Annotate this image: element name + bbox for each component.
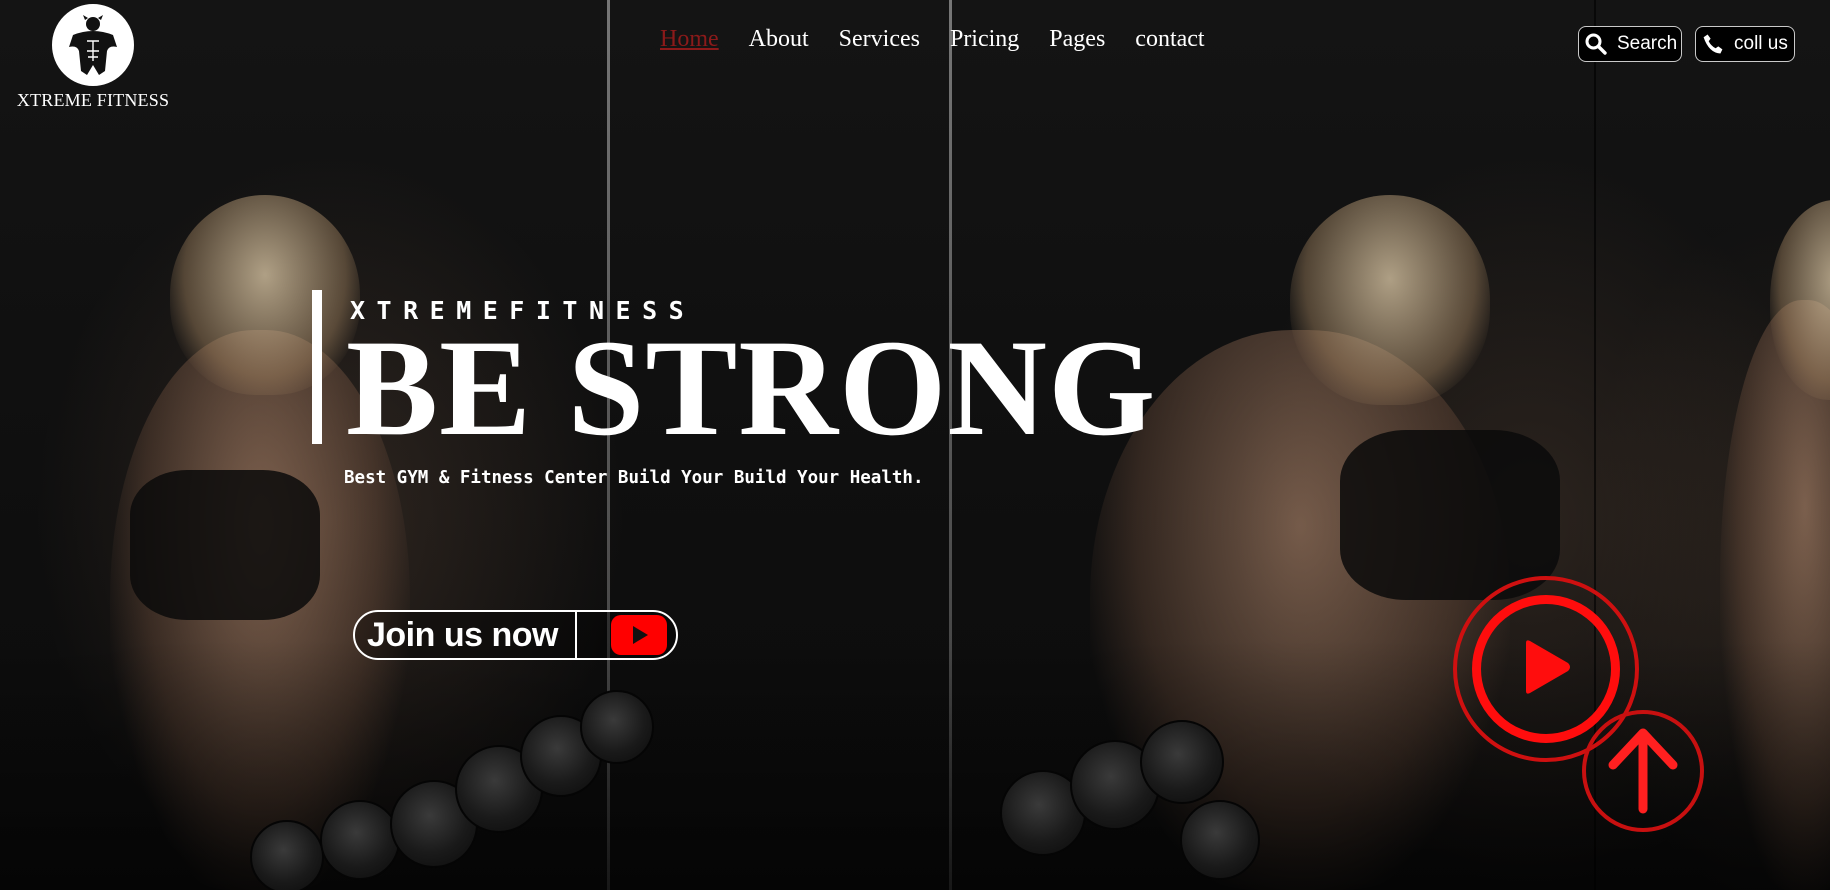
site-logo[interactable]: XTREME FITNESS <box>8 4 178 111</box>
back-to-top-button[interactable] <box>1582 710 1704 832</box>
nav-link-home[interactable]: Home <box>660 26 719 53</box>
bodybuilder-emblem-icon <box>52 4 134 86</box>
nav-link-contact[interactable]: contact <box>1135 26 1204 53</box>
brand-name: XTREME FITNESS <box>16 90 170 110</box>
athlete-top-left <box>130 470 320 620</box>
youtube-icon <box>611 615 667 655</box>
call-us-button[interactable]: coll us <box>1695 26 1795 62</box>
search-icon <box>1583 31 1609 57</box>
dumbbell <box>1180 800 1260 880</box>
join-us-label: Join us now <box>367 615 558 654</box>
play-video-ring <box>1472 595 1620 743</box>
arrow-up-icon <box>1601 721 1685 822</box>
nav-link-pricing[interactable]: Pricing <box>950 26 1019 53</box>
main-nav: Home About Services Pricing Pages contac… <box>660 26 1235 53</box>
athlete-hair-left <box>170 195 360 395</box>
nav-link-services[interactable]: Services <box>839 26 920 53</box>
search-button[interactable]: Search <box>1578 26 1682 62</box>
dumbbell <box>580 690 654 764</box>
phone-icon <box>1700 31 1726 57</box>
dumbbell <box>1140 720 1224 804</box>
hero-subtitle: Best GYM & Fitness Center Build Your Bui… <box>344 468 924 488</box>
nav-link-pages[interactable]: Pages <box>1049 26 1105 53</box>
nav-link-about[interactable]: About <box>749 26 809 53</box>
join-button-divider <box>575 612 577 658</box>
athlete-hair-right <box>1290 195 1490 405</box>
call-us-button-label: coll us <box>1734 33 1788 54</box>
dumbbell <box>320 800 400 880</box>
hero-accent-bar <box>312 290 322 444</box>
hero-section: XTREME FITNESS Home About Services Prici… <box>0 0 1830 890</box>
join-us-button[interactable]: Join us now <box>353 610 678 660</box>
hero-title: BE STRONG <box>346 311 1157 464</box>
play-video-icon <box>1516 637 1576 702</box>
athlete-top-right <box>1340 430 1560 600</box>
search-button-label: Search <box>1617 33 1678 54</box>
dumbbell <box>250 820 324 890</box>
